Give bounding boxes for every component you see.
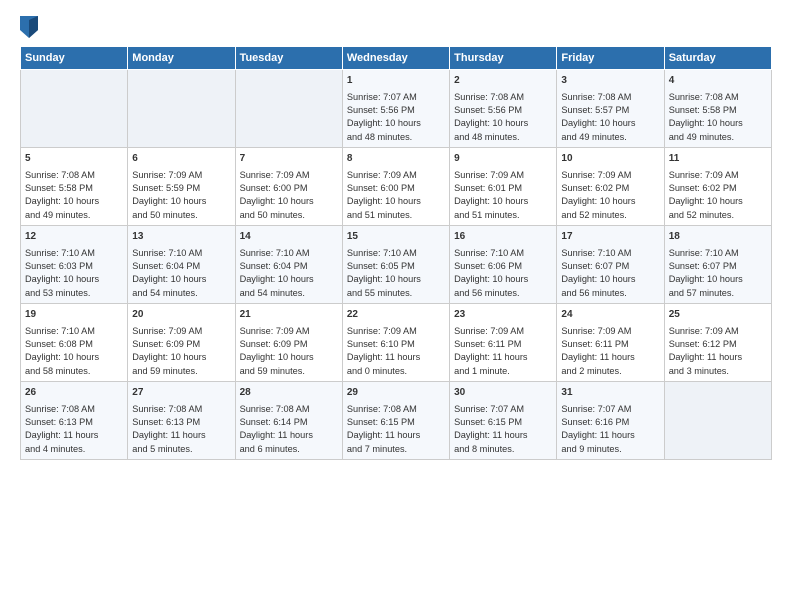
day-cell: 28Sunrise: 7:08 AMSunset: 6:14 PMDayligh… — [235, 382, 342, 460]
day-number: 30 — [454, 386, 552, 401]
day-cell: 21Sunrise: 7:09 AMSunset: 6:09 PMDayligh… — [235, 304, 342, 382]
day-cell: 23Sunrise: 7:09 AMSunset: 6:11 PMDayligh… — [450, 304, 557, 382]
week-row-1: 1Sunrise: 7:07 AMSunset: 5:56 PMDaylight… — [21, 70, 772, 148]
day-cell: 13Sunrise: 7:10 AMSunset: 6:04 PMDayligh… — [128, 226, 235, 304]
day-cell: 10Sunrise: 7:09 AMSunset: 6:02 PMDayligh… — [557, 148, 664, 226]
day-cell: 25Sunrise: 7:09 AMSunset: 6:12 PMDayligh… — [664, 304, 771, 382]
day-cell: 30Sunrise: 7:07 AMSunset: 6:15 PMDayligh… — [450, 382, 557, 460]
day-cell: 15Sunrise: 7:10 AMSunset: 6:05 PMDayligh… — [342, 226, 449, 304]
day-number: 22 — [347, 308, 445, 323]
day-header-wednesday: Wednesday — [342, 47, 449, 70]
day-number: 9 — [454, 152, 552, 167]
day-number: 7 — [240, 152, 338, 167]
week-row-4: 19Sunrise: 7:10 AMSunset: 6:08 PMDayligh… — [21, 304, 772, 382]
day-cell: 14Sunrise: 7:10 AMSunset: 6:04 PMDayligh… — [235, 226, 342, 304]
day-cell: 4Sunrise: 7:08 AMSunset: 5:58 PMDaylight… — [664, 70, 771, 148]
day-number: 26 — [25, 386, 123, 401]
day-header-saturday: Saturday — [664, 47, 771, 70]
day-number: 16 — [454, 230, 552, 245]
day-number: 4 — [669, 74, 767, 89]
day-cell: 12Sunrise: 7:10 AMSunset: 6:03 PMDayligh… — [21, 226, 128, 304]
day-cell: 31Sunrise: 7:07 AMSunset: 6:16 PMDayligh… — [557, 382, 664, 460]
header-row: SundayMondayTuesdayWednesdayThursdayFrid… — [21, 47, 772, 70]
day-cell: 24Sunrise: 7:09 AMSunset: 6:11 PMDayligh… — [557, 304, 664, 382]
day-cell: 17Sunrise: 7:10 AMSunset: 6:07 PMDayligh… — [557, 226, 664, 304]
day-number: 8 — [347, 152, 445, 167]
day-cell: 5Sunrise: 7:08 AMSunset: 5:58 PMDaylight… — [21, 148, 128, 226]
day-header-thursday: Thursday — [450, 47, 557, 70]
day-number: 29 — [347, 386, 445, 401]
day-number: 25 — [669, 308, 767, 323]
day-cell: 8Sunrise: 7:09 AMSunset: 6:00 PMDaylight… — [342, 148, 449, 226]
day-header-tuesday: Tuesday — [235, 47, 342, 70]
day-cell: 7Sunrise: 7:09 AMSunset: 6:00 PMDaylight… — [235, 148, 342, 226]
day-number: 28 — [240, 386, 338, 401]
day-cell — [21, 70, 128, 148]
day-number: 14 — [240, 230, 338, 245]
day-number: 13 — [132, 230, 230, 245]
day-cell: 11Sunrise: 7:09 AMSunset: 6:02 PMDayligh… — [664, 148, 771, 226]
header — [20, 16, 772, 38]
day-header-sunday: Sunday — [21, 47, 128, 70]
day-cell: 9Sunrise: 7:09 AMSunset: 6:01 PMDaylight… — [450, 148, 557, 226]
day-cell — [128, 70, 235, 148]
day-number: 2 — [454, 74, 552, 89]
day-number: 24 — [561, 308, 659, 323]
day-number: 10 — [561, 152, 659, 167]
day-number: 18 — [669, 230, 767, 245]
week-row-5: 26Sunrise: 7:08 AMSunset: 6:13 PMDayligh… — [21, 382, 772, 460]
day-cell: 29Sunrise: 7:08 AMSunset: 6:15 PMDayligh… — [342, 382, 449, 460]
day-cell: 3Sunrise: 7:08 AMSunset: 5:57 PMDaylight… — [557, 70, 664, 148]
day-number: 23 — [454, 308, 552, 323]
day-number: 12 — [25, 230, 123, 245]
calendar-table: SundayMondayTuesdayWednesdayThursdayFrid… — [20, 46, 772, 460]
day-number: 31 — [561, 386, 659, 401]
day-header-monday: Monday — [128, 47, 235, 70]
day-number: 15 — [347, 230, 445, 245]
day-number: 17 — [561, 230, 659, 245]
day-number: 19 — [25, 308, 123, 323]
day-cell — [664, 382, 771, 460]
day-number: 5 — [25, 152, 123, 167]
week-row-3: 12Sunrise: 7:10 AMSunset: 6:03 PMDayligh… — [21, 226, 772, 304]
day-number: 11 — [669, 152, 767, 167]
day-cell: 6Sunrise: 7:09 AMSunset: 5:59 PMDaylight… — [128, 148, 235, 226]
logo-icon — [20, 16, 38, 38]
day-cell: 22Sunrise: 7:09 AMSunset: 6:10 PMDayligh… — [342, 304, 449, 382]
day-number: 3 — [561, 74, 659, 89]
day-cell: 16Sunrise: 7:10 AMSunset: 6:06 PMDayligh… — [450, 226, 557, 304]
logo — [20, 16, 42, 38]
day-cell: 26Sunrise: 7:08 AMSunset: 6:13 PMDayligh… — [21, 382, 128, 460]
day-number: 27 — [132, 386, 230, 401]
day-number: 1 — [347, 74, 445, 89]
day-cell: 1Sunrise: 7:07 AMSunset: 5:56 PMDaylight… — [342, 70, 449, 148]
day-header-friday: Friday — [557, 47, 664, 70]
day-number: 20 — [132, 308, 230, 323]
week-row-2: 5Sunrise: 7:08 AMSunset: 5:58 PMDaylight… — [21, 148, 772, 226]
day-number: 21 — [240, 308, 338, 323]
day-number: 6 — [132, 152, 230, 167]
day-cell: 19Sunrise: 7:10 AMSunset: 6:08 PMDayligh… — [21, 304, 128, 382]
day-cell — [235, 70, 342, 148]
day-cell: 27Sunrise: 7:08 AMSunset: 6:13 PMDayligh… — [128, 382, 235, 460]
day-cell: 2Sunrise: 7:08 AMSunset: 5:56 PMDaylight… — [450, 70, 557, 148]
day-cell: 18Sunrise: 7:10 AMSunset: 6:07 PMDayligh… — [664, 226, 771, 304]
day-cell: 20Sunrise: 7:09 AMSunset: 6:09 PMDayligh… — [128, 304, 235, 382]
